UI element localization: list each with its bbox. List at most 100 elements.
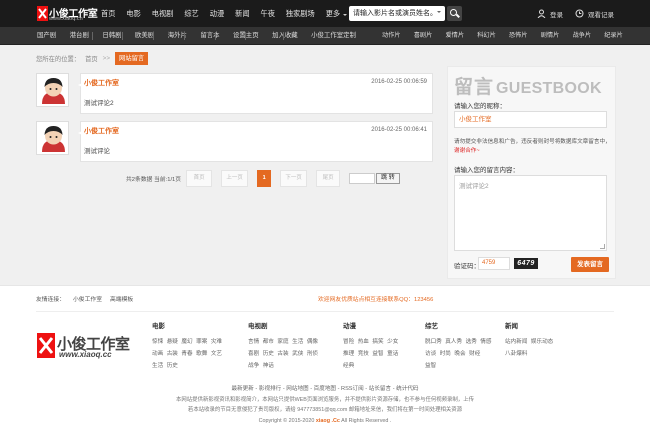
category-link[interactable]: 童话 bbox=[387, 348, 398, 360]
nav-anime[interactable]: 动漫 bbox=[210, 0, 224, 27]
category-link[interactable]: 家庭 bbox=[277, 336, 288, 348]
genre-item[interactable]: 动作片 bbox=[382, 27, 401, 45]
first-page-button[interactable]: 首页 bbox=[186, 170, 213, 187]
nav-news[interactable]: 新闻 bbox=[235, 0, 249, 27]
login-link[interactable]: 登录 bbox=[537, 9, 563, 19]
category-link[interactable]: 偶像 bbox=[307, 336, 318, 348]
subnav-item[interactable]: 日韩剧 bbox=[102, 27, 121, 45]
subnav-item[interactable]: 加入收藏 bbox=[272, 27, 298, 45]
category-link[interactable]: 历史 bbox=[167, 360, 178, 372]
category-link[interactable]: 站内新闻 bbox=[505, 336, 527, 348]
category-link[interactable]: 古装 bbox=[277, 348, 288, 360]
nav-home[interactable]: 首页 bbox=[101, 0, 115, 27]
footer-link[interactable]: 网站地图 bbox=[286, 386, 308, 392]
nav-midnight[interactable]: 午夜 bbox=[261, 0, 275, 27]
category-link[interactable]: 喜剧 bbox=[248, 348, 259, 360]
category-link[interactable]: 生活 bbox=[152, 360, 163, 372]
category-link[interactable]: 晚会 bbox=[454, 348, 465, 360]
category-link[interactable]: 武侠 bbox=[292, 348, 303, 360]
captcha-image[interactable]: 6479 bbox=[514, 258, 538, 269]
category-link[interactable]: 经典 bbox=[343, 360, 354, 372]
footer-column-title[interactable]: 新闻 bbox=[505, 320, 565, 330]
category-link[interactable]: 言情 bbox=[248, 336, 259, 348]
category-link[interactable]: 战争 bbox=[248, 360, 259, 372]
nav-exclusive[interactable]: 独家剧场 bbox=[286, 0, 315, 27]
footer-link[interactable]: 影视排行 bbox=[259, 386, 281, 392]
category-link[interactable]: 神话 bbox=[263, 360, 274, 372]
genre-item[interactable]: 纪录片 bbox=[604, 27, 623, 45]
message-textarea[interactable]: 测试评论2 bbox=[454, 175, 607, 251]
footer-link[interactable]: RSS订阅 bbox=[341, 386, 364, 392]
category-link[interactable]: 歌舞 bbox=[196, 348, 207, 360]
page-jump-button[interactable]: 跳 转 bbox=[376, 173, 400, 184]
breadcrumb-home[interactable]: 首页 bbox=[85, 54, 98, 63]
nickname-input[interactable]: 小俊工作室 bbox=[454, 111, 607, 128]
subnav-item[interactable]: 小俊工作室定制 bbox=[311, 27, 356, 45]
footer-column-title[interactable]: 综艺 bbox=[425, 320, 497, 330]
genre-item[interactable]: 爱情片 bbox=[446, 27, 465, 45]
captcha-input[interactable]: 4759 bbox=[478, 257, 510, 270]
subnav-item[interactable]: 欧美剧 bbox=[135, 27, 154, 45]
category-link[interactable]: 益智 bbox=[372, 348, 383, 360]
nav-variety[interactable]: 综艺 bbox=[184, 0, 198, 27]
genre-item[interactable]: 科幻片 bbox=[477, 27, 496, 45]
prev-page-button[interactable]: 上一页 bbox=[221, 170, 249, 187]
category-link[interactable]: 娱乐动态 bbox=[531, 336, 553, 348]
nav-tv[interactable]: 电视剧 bbox=[152, 0, 174, 27]
category-link[interactable]: 魔幻 bbox=[181, 336, 192, 348]
category-link[interactable]: 罪案 bbox=[196, 336, 207, 348]
subnav-item[interactable]: 留言本 bbox=[200, 27, 219, 45]
category-link[interactable]: 八卦爆料 bbox=[505, 348, 527, 360]
category-link[interactable]: 冒险 bbox=[343, 336, 354, 348]
chevron-down-icon[interactable] bbox=[437, 11, 441, 15]
category-link[interactable]: 脱口秀 bbox=[425, 336, 442, 348]
footer-link[interactable]: 统计代码 bbox=[396, 386, 418, 392]
genre-item[interactable]: 恐怖片 bbox=[509, 27, 528, 45]
category-link[interactable]: 搞笑 bbox=[372, 336, 383, 348]
category-link[interactable]: 财经 bbox=[469, 348, 480, 360]
next-page-button[interactable]: 下一页 bbox=[280, 170, 308, 187]
genre-item[interactable]: 剧情片 bbox=[541, 27, 560, 45]
footer-logo[interactable]: 小俊工作室 www.xiaoq.cc bbox=[37, 333, 137, 359]
footer-column-title[interactable]: 动漫 bbox=[343, 320, 411, 330]
category-link[interactable]: 古装 bbox=[167, 348, 178, 360]
category-link[interactable]: 推理 bbox=[343, 348, 354, 360]
copyright-brand[interactable]: xiaog .Cc bbox=[316, 418, 340, 424]
search-input[interactable]: 请输入影片名或演员姓名。 bbox=[349, 6, 445, 21]
category-link[interactable]: 益智 bbox=[425, 360, 436, 372]
footer-column-title[interactable]: 电视剧 bbox=[248, 320, 328, 330]
genre-item[interactable]: 战争片 bbox=[573, 27, 592, 45]
category-link[interactable]: 历史 bbox=[263, 348, 274, 360]
footer-link[interactable]: 百度地图 bbox=[314, 386, 336, 392]
friend-link[interactable]: 小俊工作室 bbox=[73, 294, 102, 306]
category-link[interactable]: 青春 bbox=[181, 348, 192, 360]
category-link[interactable]: 惊悚 bbox=[152, 336, 163, 348]
footer-link[interactable]: 站长留言 bbox=[369, 386, 391, 392]
submit-message-button[interactable]: 发表留言 bbox=[571, 257, 609, 272]
site-logo[interactable]: 小俊工作室 www.xiaoq.cn bbox=[37, 5, 98, 22]
history-link[interactable]: 观看记录 bbox=[575, 9, 614, 19]
category-link[interactable]: 竞技 bbox=[358, 348, 369, 360]
footer-link[interactable]: 最新更新 bbox=[231, 386, 253, 392]
page-1-button[interactable]: 1 bbox=[257, 170, 272, 187]
category-link[interactable]: 文艺 bbox=[211, 348, 222, 360]
category-link[interactable]: 时尚 bbox=[440, 348, 451, 360]
category-link[interactable]: 动画 bbox=[152, 348, 163, 360]
nav-more[interactable]: 更多 bbox=[326, 0, 347, 27]
last-page-button[interactable]: 尾页 bbox=[316, 170, 341, 187]
category-link[interactable]: 都市 bbox=[263, 336, 274, 348]
category-link[interactable]: 情感 bbox=[480, 336, 491, 348]
category-link[interactable]: 少女 bbox=[387, 336, 398, 348]
subnav-item[interactable]: 国产剧 bbox=[37, 27, 56, 45]
genre-item[interactable]: 喜剧片 bbox=[414, 27, 433, 45]
nav-movie[interactable]: 电影 bbox=[126, 0, 140, 27]
category-link[interactable]: 热血 bbox=[358, 336, 369, 348]
category-link[interactable]: 生活 bbox=[292, 336, 303, 348]
category-link[interactable]: 选秀 bbox=[466, 336, 477, 348]
footer-column-title[interactable]: 电影 bbox=[152, 320, 232, 330]
search-button[interactable] bbox=[447, 6, 462, 21]
subnav-item[interactable]: 港台剧 bbox=[70, 27, 89, 45]
category-link[interactable]: 灾难 bbox=[211, 336, 222, 348]
page-jump-input[interactable] bbox=[349, 173, 376, 184]
category-link[interactable]: 刑侦 bbox=[307, 348, 318, 360]
